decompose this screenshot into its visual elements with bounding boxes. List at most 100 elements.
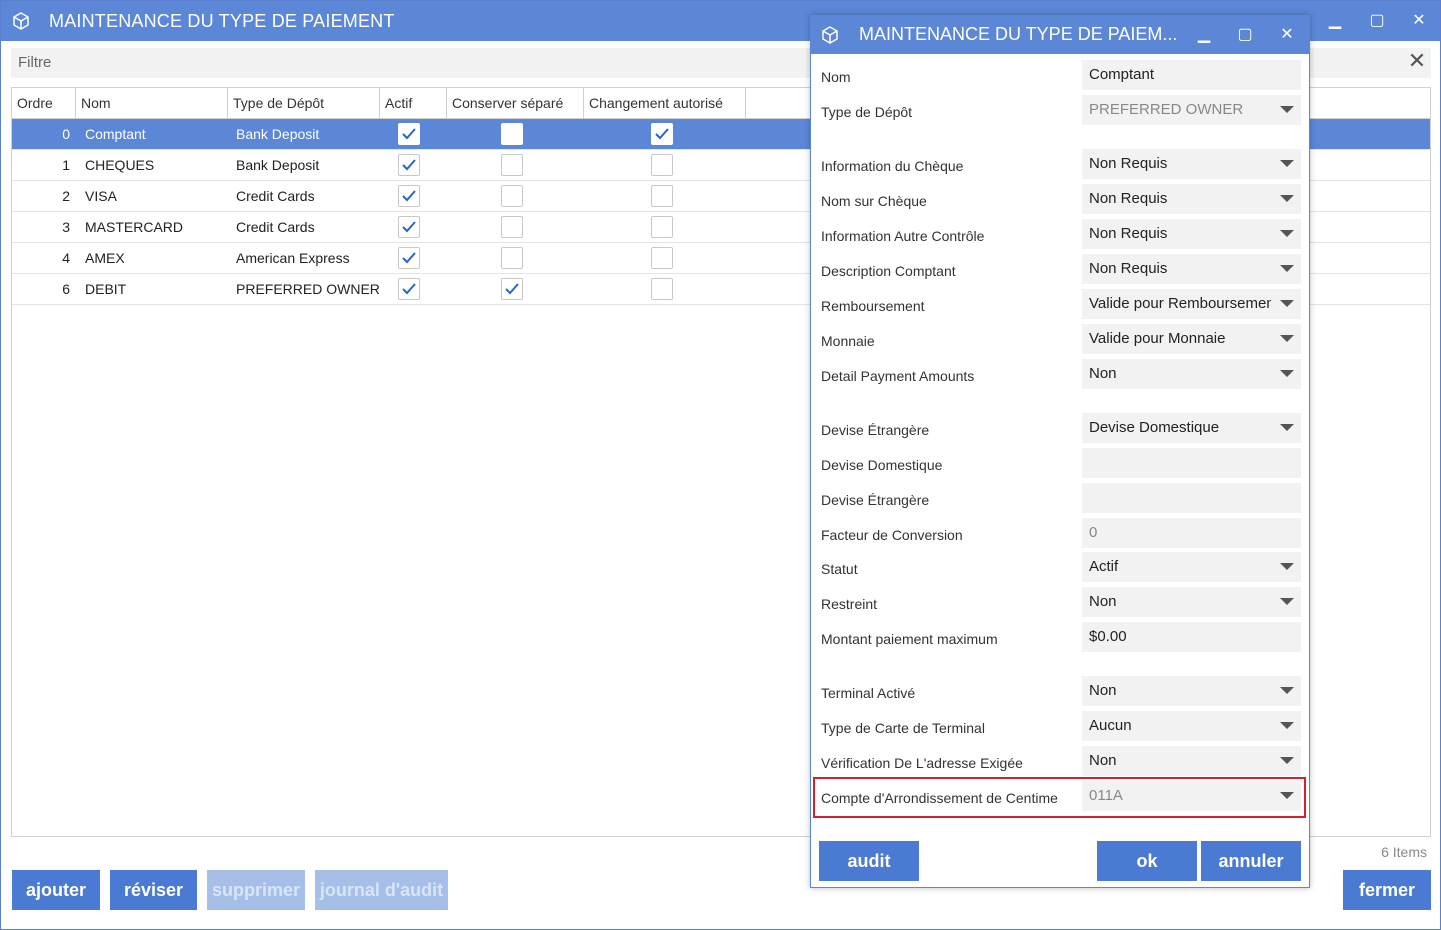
cell-nom: CHEQUES — [85, 157, 155, 173]
checkbox-actif[interactable] — [398, 123, 420, 145]
field-label: Type de Dépôt — [821, 104, 913, 120]
checkbox-conserver-separe[interactable] — [501, 278, 523, 300]
restreint-select[interactable]: Non — [1082, 587, 1301, 617]
type-carte-select[interactable]: Aucun — [1082, 711, 1301, 741]
detail-payment-select[interactable]: Non — [1082, 359, 1301, 389]
dialog-minimize-icon[interactable]: ▁ — [1191, 22, 1217, 48]
checkbox-conserver-separe[interactable] — [501, 185, 523, 207]
checkbox-conserver-separe[interactable] — [501, 154, 523, 176]
dialog-close-icon[interactable]: ✕ — [1274, 22, 1300, 48]
cell-type-depot: Credit Cards — [236, 188, 315, 204]
cell-ordre: 2 — [62, 188, 70, 204]
checkbox-changement-autorise[interactable] — [651, 247, 673, 269]
column-nom[interactable]: Nom — [76, 88, 228, 119]
checkbox-actif[interactable] — [398, 185, 420, 207]
devise-domestique-input[interactable] — [1082, 448, 1301, 478]
devise-etrangere-input[interactable] — [1082, 483, 1301, 513]
column-actif[interactable]: Actif — [380, 88, 447, 119]
checkbox-changement-autorise[interactable] — [651, 278, 673, 300]
field-terminal-active: Terminal Activé Non — [811, 676, 1311, 708]
items-count: 6 Items — [1381, 844, 1427, 860]
chevron-down-icon — [1280, 300, 1294, 307]
field-label: Nom — [821, 69, 851, 85]
dialog-title: MAINTENANCE DU TYPE DE PAIEM... — [859, 24, 1178, 44]
field-label: Information du Chèque — [821, 158, 964, 174]
cell-type-depot: Credit Cards — [236, 219, 315, 235]
checkbox-changement-autorise[interactable] — [651, 216, 673, 238]
column-ordre[interactable]: Ordre — [12, 88, 76, 119]
checkbox-actif[interactable] — [398, 154, 420, 176]
monnaie-select[interactable]: Valide pour Monnaie — [1082, 324, 1301, 354]
verification-select[interactable]: Non — [1082, 746, 1301, 776]
desc-comptant-select[interactable]: Non Requis — [1082, 254, 1301, 284]
checkbox-actif[interactable] — [398, 216, 420, 238]
checkbox-changement-autorise[interactable] — [651, 154, 673, 176]
field-monnaie: Monnaie Valide pour Monnaie — [811, 324, 1311, 356]
chevron-down-icon — [1280, 598, 1294, 605]
field-label: Devise Étrangère — [821, 492, 930, 508]
chevron-down-icon — [1280, 722, 1294, 729]
terminal-active-select[interactable]: Non — [1082, 676, 1301, 706]
fermer-button[interactable]: fermer — [1343, 870, 1431, 910]
remboursement-select[interactable]: Valide pour Remboursement — [1082, 289, 1301, 319]
reviser-button[interactable]: réviser — [110, 870, 197, 910]
audit-button[interactable]: audit — [819, 841, 919, 881]
field-type-carte: Type de Carte de Terminal Aucun — [811, 711, 1311, 743]
column-changement-autorise[interactable]: Changement autorisé — [584, 88, 746, 119]
highlight-box — [813, 777, 1306, 818]
field-verification: Vérification De L'adresse Exigée Non — [811, 746, 1311, 778]
column-conserver-separe[interactable]: Conserver séparé — [447, 88, 584, 119]
field-label: Vérification De L'adresse Exigée — [821, 755, 1023, 771]
field-label: Monnaie — [821, 333, 875, 349]
checkbox-actif[interactable] — [398, 278, 420, 300]
type-depot-select[interactable]: PREFERRED OWNER — [1082, 95, 1301, 125]
supprimer-button[interactable]: supprimer — [207, 870, 305, 910]
field-montant-max: Montant paiement maximum $0.00 — [811, 622, 1311, 654]
field-label: Restreint — [821, 596, 878, 612]
maximize-icon[interactable]: ▢ — [1363, 9, 1391, 33]
chevron-down-icon — [1280, 370, 1294, 377]
field-devise-domestique: Devise Domestique — [811, 448, 1311, 480]
journal-audit-button[interactable]: journal d'audit — [315, 870, 448, 910]
checkbox-actif[interactable] — [398, 247, 420, 269]
cell-ordre: 4 — [62, 250, 70, 266]
column-type-depot[interactable]: Type de Dépôt — [228, 88, 380, 119]
nom-cheque-select[interactable]: Non Requis — [1082, 184, 1301, 214]
filter-label: Filtre — [18, 54, 52, 71]
checkbox-conserver-separe[interactable] — [501, 216, 523, 238]
info-cheque-select[interactable]: Non Requis — [1082, 149, 1301, 179]
ok-button[interactable]: ok — [1097, 841, 1197, 881]
cell-ordre: 0 — [62, 126, 70, 142]
chevron-down-icon — [1280, 335, 1294, 342]
dialog-titlebar: MAINTENANCE DU TYPE DE PAIEM... ▁ ▢ ✕ — [811, 16, 1309, 54]
cell-ordre: 1 — [62, 157, 70, 173]
chevron-down-icon — [1280, 424, 1294, 431]
chevron-down-icon — [1280, 687, 1294, 694]
field-label: Type de Carte de Terminal — [821, 720, 985, 736]
info-autre-select[interactable]: Non Requis — [1082, 219, 1301, 249]
field-label: Terminal Activé — [821, 685, 916, 701]
statut-select[interactable]: Actif — [1082, 552, 1301, 582]
devise-select[interactable]: Devise Domestique — [1082, 413, 1301, 443]
checkbox-conserver-separe[interactable] — [501, 247, 523, 269]
cell-ordre: 3 — [62, 219, 70, 235]
chevron-down-icon — [1280, 563, 1294, 570]
nom-input[interactable]: Comptant — [1082, 60, 1301, 90]
field-remboursement: Remboursement Valide pour Remboursement — [811, 289, 1311, 321]
close-icon[interactable]: ✕ — [1405, 9, 1433, 33]
ajouter-button[interactable]: ajouter — [12, 870, 100, 910]
cell-type-depot: Bank Deposit — [236, 157, 320, 173]
checkbox-changement-autorise[interactable] — [651, 185, 673, 207]
check-icon — [505, 283, 519, 295]
annuler-button[interactable]: annuler — [1201, 841, 1301, 881]
montant-max-input[interactable]: $0.00 — [1082, 622, 1301, 652]
checkbox-conserver-separe[interactable] — [501, 123, 523, 145]
chevron-down-icon — [1280, 757, 1294, 764]
checkbox-changement-autorise[interactable] — [651, 123, 673, 145]
minimize-icon[interactable]: ▁ — [1321, 9, 1349, 33]
dialog-maximize-icon[interactable]: ▢ — [1232, 22, 1258, 48]
facteur-input[interactable]: 0 — [1082, 518, 1301, 548]
filter-clear-icon[interactable]: ✕ — [1406, 49, 1428, 73]
check-icon — [402, 190, 416, 202]
check-icon — [402, 221, 416, 233]
